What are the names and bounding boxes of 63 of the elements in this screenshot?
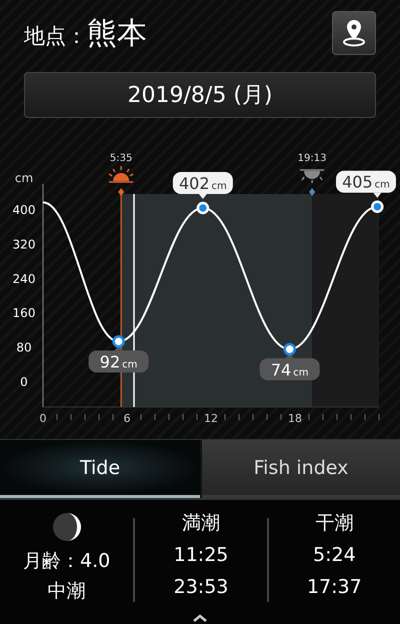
extreme-point [112, 335, 125, 348]
high-tide-time: 11:25 [174, 543, 228, 568]
y-tick-label: 240 [12, 272, 36, 286]
sunset-marker-icon [309, 188, 316, 196]
sunrise-marker-icon [118, 188, 124, 196]
high-tide-time: 23:53 [174, 575, 228, 600]
x-tick-label: 12 [204, 412, 218, 425]
x-tick [182, 414, 184, 420]
x-tick [196, 414, 198, 420]
x-tick [364, 414, 366, 420]
x-tick [266, 414, 268, 420]
x-tick [308, 414, 310, 420]
axis-unit: cm [14, 171, 34, 185]
map-pin-icon [341, 18, 367, 48]
x-tick-label: 6 [124, 412, 130, 425]
high-tide-title: 満潮 [182, 511, 220, 536]
extreme-point [196, 202, 210, 214]
y-tick-label: 0 [20, 375, 28, 390]
x-tick [98, 414, 100, 420]
location-label: 地点： [24, 22, 87, 50]
date-button[interactable]: 2019/8/5 (月) [24, 72, 376, 118]
sunrise-time: 5:35 [110, 153, 132, 164]
moon-phase-icon [52, 510, 81, 544]
tab[interactable]: Fish index [200, 440, 400, 498]
x-tick [84, 414, 86, 420]
x-tick [224, 414, 226, 420]
x-tick [350, 414, 352, 420]
x-tick [140, 414, 142, 420]
value-callout: 402 cm [172, 172, 233, 199]
y-tick-label: 80 [16, 340, 32, 355]
low-tide-time: 17:37 [306, 575, 362, 600]
sunset-icon [299, 169, 325, 184]
x-tick [112, 414, 114, 420]
x-tick [238, 414, 240, 420]
x-tick [378, 414, 380, 420]
extreme-point [283, 343, 296, 356]
moon-age: 月齢：4.0 [23, 549, 110, 574]
sunset-time: 19:13 [298, 153, 326, 164]
tide-name: 中潮 [48, 579, 86, 604]
value-callout: 92 cm [88, 346, 149, 373]
sunrise-icon [108, 165, 134, 183]
x-tick [252, 414, 254, 420]
expand-caret-icon[interactable] [193, 614, 207, 622]
x-tick [70, 414, 72, 420]
y-tick-label: 400 [12, 202, 36, 217]
x-tick [336, 414, 338, 420]
value-callout: 405 cm [336, 170, 396, 198]
x-tick-label: 0 [40, 412, 46, 425]
low-tide-title: 干潮 [315, 511, 354, 536]
value-callout: 74 cm [260, 353, 320, 380]
extreme-point [371, 200, 384, 213]
x-tick [168, 414, 170, 420]
location-button[interactable] [332, 11, 376, 55]
low-tide-time: 5:24 [312, 543, 356, 568]
x-tick [322, 414, 324, 420]
x-tick [280, 414, 282, 420]
y-tick-label: 320 [12, 237, 36, 252]
x-tick [56, 414, 58, 420]
x-tick-label: 18 [288, 412, 302, 425]
tab[interactable]: Tide [0, 440, 200, 498]
y-tick-label: 160 [12, 306, 36, 320]
location-name: 熊本 [87, 14, 147, 52]
x-tick [154, 414, 156, 420]
